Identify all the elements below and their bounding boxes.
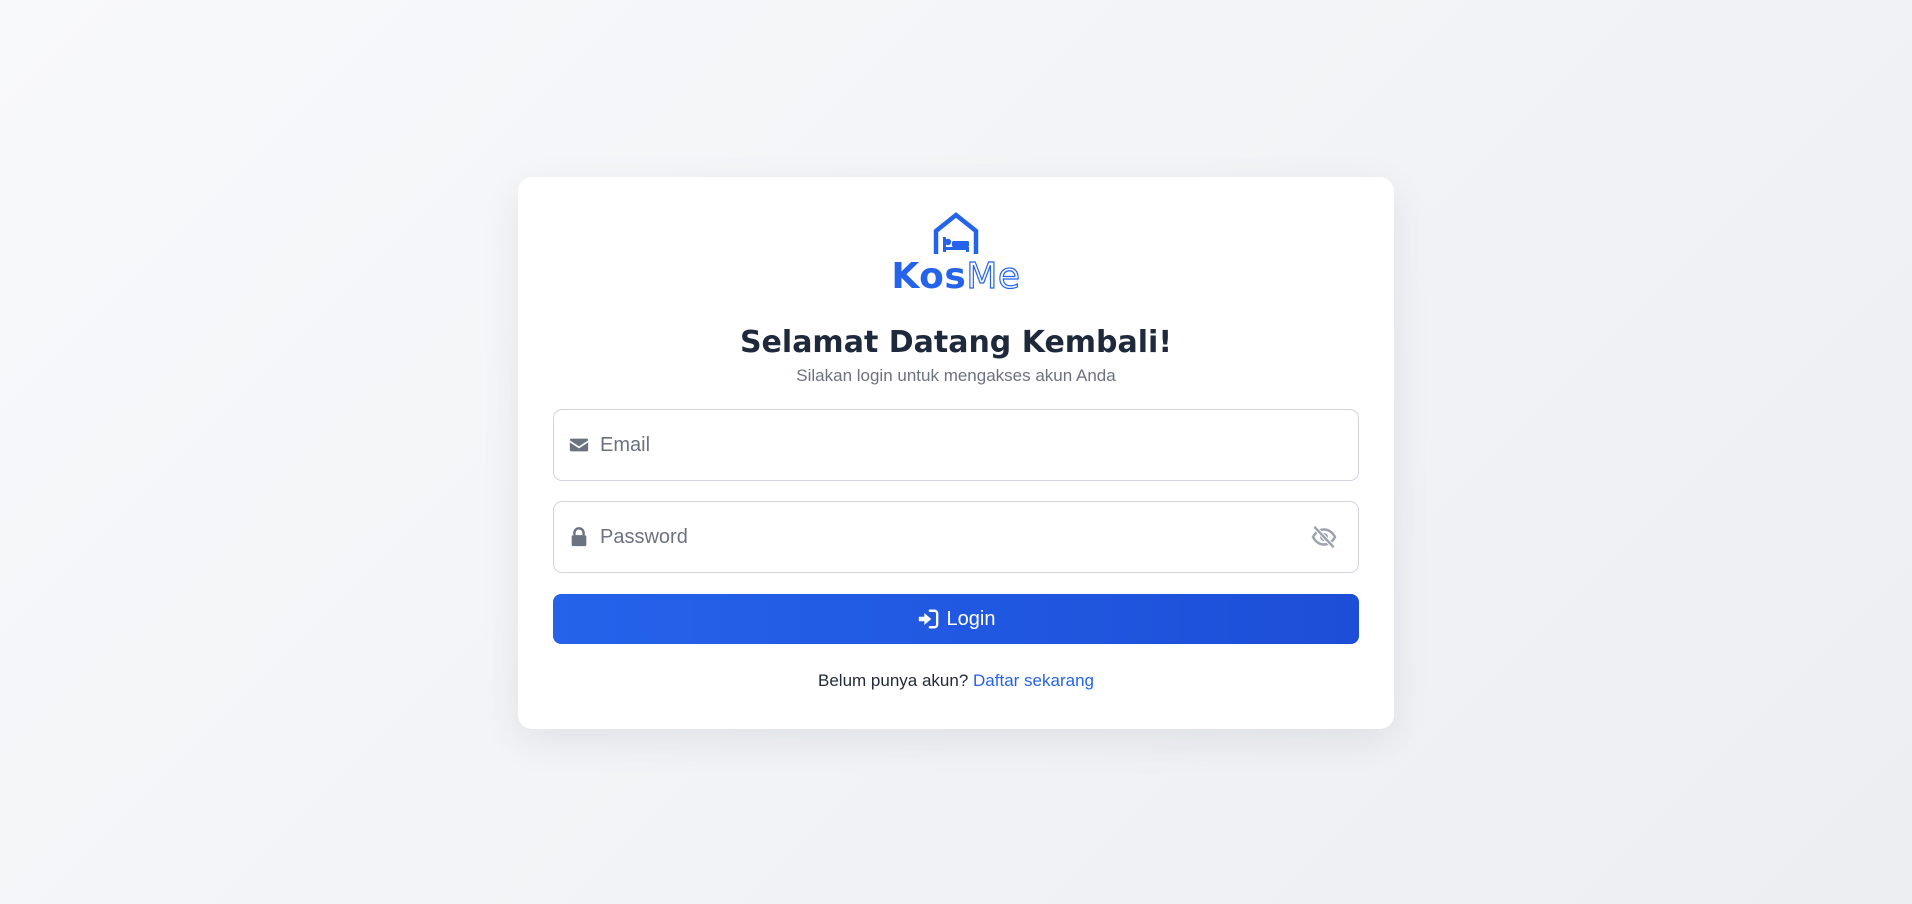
envelope-icon [569, 438, 589, 452]
password-field [553, 501, 1359, 573]
page-title: Selamat Datang Kembali! [739, 325, 1173, 360]
login-button-label: Login [946, 607, 996, 630]
login-card: KosMe Selamat Datang Kembali! Silakan lo… [518, 177, 1394, 729]
logo: KosMe [518, 211, 1394, 297]
brand-name-part2: Me [966, 256, 1021, 297]
signup-link[interactable]: Daftar sekarang [973, 671, 1094, 690]
house-bed-icon [933, 212, 979, 254]
signup-prompt: Belum punya akun? Daftar sekarang [518, 670, 1394, 692]
page-subtitle: Silakan login untuk mengakses akun Anda [796, 366, 1116, 385]
password-input[interactable] [600, 517, 1310, 557]
brand-name-part1: Kos [891, 256, 967, 297]
signup-prompt-text: Belum punya akun? [818, 671, 969, 690]
eye-slash-icon[interactable] [1310, 523, 1338, 551]
lock-icon [571, 527, 587, 547]
brand-name: KosMe [891, 256, 1021, 297]
login-button[interactable]: Login [553, 594, 1359, 644]
email-input[interactable] [600, 425, 1358, 465]
sign-in-icon [918, 609, 938, 629]
email-field [553, 409, 1359, 481]
